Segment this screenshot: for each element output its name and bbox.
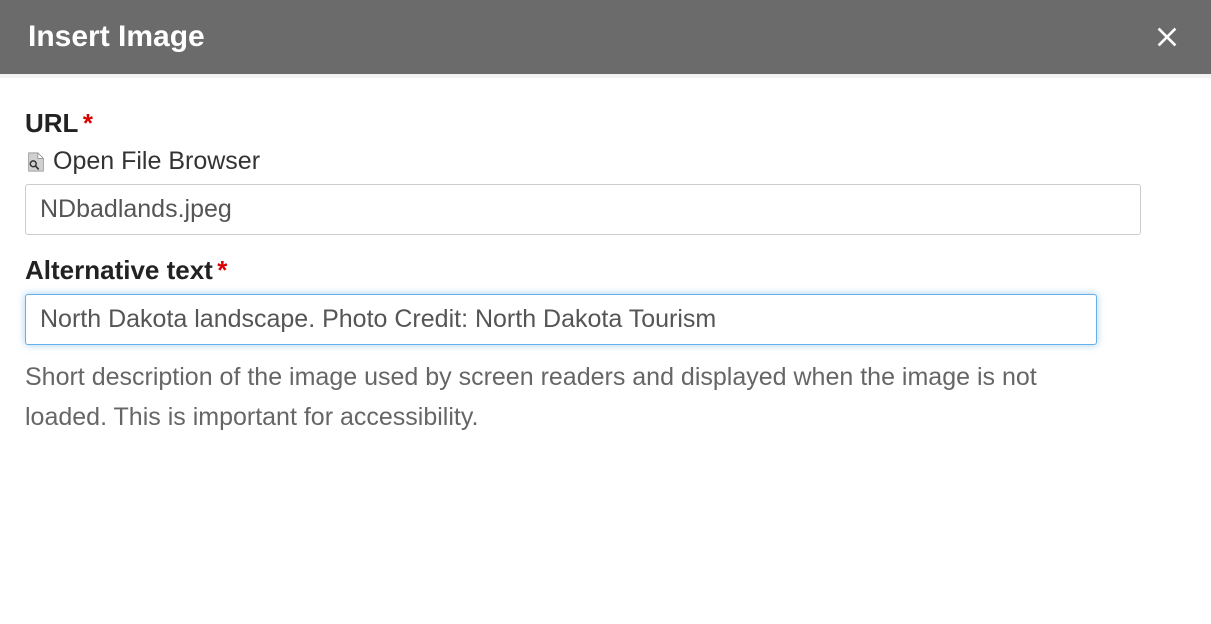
file-browser-icon bbox=[25, 151, 47, 173]
insert-image-dialog: Insert Image URL * Open File Browser bbox=[0, 0, 1211, 477]
url-input[interactable] bbox=[25, 184, 1141, 235]
alt-text-label: Alternative text bbox=[25, 255, 213, 286]
dialog-title: Insert Image bbox=[28, 20, 205, 54]
dialog-body: URL * Open File Browser Alternative text… bbox=[0, 78, 1211, 477]
url-label-row: URL * bbox=[25, 108, 1186, 147]
url-label: URL bbox=[25, 108, 78, 139]
alt-text-label-row: Alternative text * bbox=[25, 255, 1186, 294]
required-mark: * bbox=[217, 255, 227, 285]
alt-text-input[interactable] bbox=[25, 294, 1097, 345]
url-field-group: URL * Open File Browser bbox=[25, 108, 1186, 235]
close-button[interactable] bbox=[1151, 21, 1183, 53]
file-browser-link-text: Open File Browser bbox=[53, 147, 260, 176]
alt-text-help: Short description of the image used by s… bbox=[25, 357, 1125, 437]
close-icon bbox=[1151, 21, 1183, 53]
open-file-browser-link[interactable]: Open File Browser bbox=[25, 147, 1186, 176]
dialog-header: Insert Image bbox=[0, 0, 1211, 78]
alt-text-field-group: Alternative text * Short description of … bbox=[25, 255, 1186, 437]
required-mark: * bbox=[83, 108, 93, 138]
